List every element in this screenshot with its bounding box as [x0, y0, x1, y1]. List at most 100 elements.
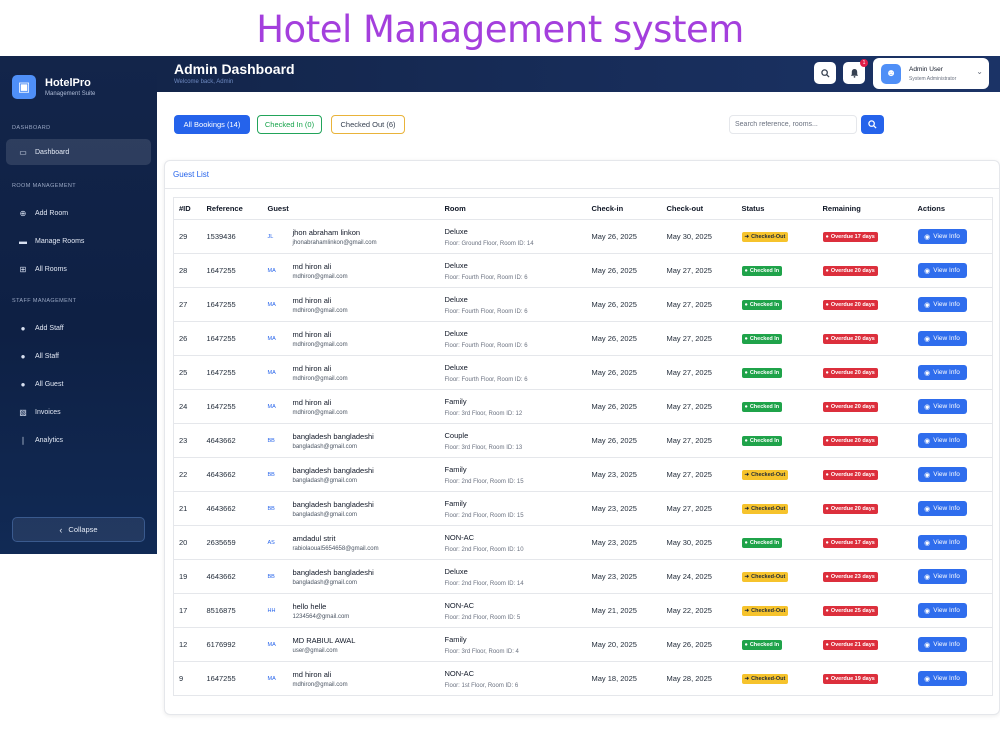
brand[interactable]: ▣ HotelPro Management Suite — [0, 56, 157, 104]
cell-checkout: May 30, 2025 — [661, 219, 737, 254]
cell-status: ● Checked In — [736, 355, 818, 390]
view-info-button[interactable]: ◉ View Info — [917, 467, 967, 482]
view-info-button[interactable]: ◉ View Info — [917, 229, 967, 244]
filter-checked-out[interactable]: Checked Out (6) — [331, 115, 405, 134]
view-info-button[interactable]: ◉ View Info — [917, 365, 967, 380]
view-info-label: View Info — [933, 301, 960, 308]
cell-actions: ◉ View Info — [912, 423, 993, 458]
column-header: Guest — [262, 197, 440, 220]
remaining-badge: ● Overdue 20 days — [822, 470, 878, 480]
view-info-button[interactable]: ◉ View Info — [917, 603, 967, 618]
cell-reference: 1647255 — [201, 661, 263, 696]
sidebar-item-label: All Rooms — [35, 265, 67, 273]
cell-id: 23 — [173, 423, 202, 458]
alert-circle-icon: ● — [825, 608, 829, 614]
remaining-label: Overdue 20 days — [830, 472, 875, 478]
cell-room: Family Floor: 3rd Floor, Room ID: 12 — [439, 389, 587, 424]
alert-circle-icon: ● — [825, 336, 829, 342]
view-info-button[interactable]: ◉ View Info — [917, 671, 967, 686]
remaining-label: Overdue 19 days — [830, 676, 875, 682]
cell-guest: MA md hiron ali mdhiron@gmail.com — [262, 389, 440, 424]
sidebar-item-label: All Staff — [35, 352, 59, 360]
filter-checked-in[interactable]: Checked In (0) — [257, 115, 322, 134]
remaining-label: Overdue 20 days — [830, 506, 875, 512]
search-input[interactable] — [729, 115, 857, 134]
cell-guest: AS amdadul strit rabiolaoual5654658@gmail.… — [262, 525, 440, 560]
sign-out-icon: ➜ — [744, 608, 750, 614]
room-floor: Floor: 3rd Floor, Room ID: 12 — [444, 410, 523, 417]
check-circle-icon: ● — [744, 268, 748, 274]
view-info-button[interactable]: ◉ View Info — [917, 331, 967, 346]
room-type: Family — [444, 634, 467, 644]
view-info-button[interactable]: ◉ View Info — [917, 535, 967, 550]
check-circle-icon: ● — [744, 642, 748, 648]
sign-out-icon: ➜ — [744, 472, 750, 478]
cell-actions: ◉ View Info — [912, 219, 993, 254]
cell-checkin: May 23, 2025 — [586, 525, 662, 560]
cell-guest: JL jhon abraham linkon jhonabrahamlinkon@g… — [262, 219, 440, 254]
sign-out-icon: ➜ — [744, 676, 750, 682]
cell-guest: HH hello helle 1234564@gmail.com — [262, 593, 440, 628]
table-row: 22 4643662 BB bangladesh bangladeshi banglad… — [173, 457, 993, 492]
alert-circle-icon: ● — [825, 302, 829, 308]
sidebar-item-dashboard[interactable]: ▭ Dashboard — [6, 139, 151, 165]
cell-guest: MA md hiron ali mdhiron@gmail.com — [262, 287, 440, 322]
view-info-button[interactable]: ◉ View Info — [917, 263, 967, 278]
view-info-button[interactable]: ◉ View Info — [917, 637, 967, 652]
column-header: Actions — [912, 197, 993, 220]
notifications-button[interactable]: 1 — [843, 59, 868, 84]
cell-status: ● Checked In — [736, 389, 818, 424]
cell-checkin: May 20, 2025 — [586, 627, 662, 662]
cell-status: ➜ Checked-Out — [736, 559, 818, 594]
sidebar-item-all-staff[interactable]: ● All Staff — [6, 343, 151, 369]
notification-badge: 1 — [860, 59, 868, 67]
sidebar-item-manage-rooms[interactable]: ▬ Manage Rooms — [6, 228, 151, 254]
view-info-label: View Info — [933, 369, 960, 376]
cell-room: Couple Floor: 3rd Floor, Room ID: 13 — [439, 423, 587, 458]
cell-guest: MA md hiron ali mdhiron@gmail.com — [262, 321, 440, 356]
cell-checkout: May 27, 2025 — [661, 491, 737, 526]
sidebar-item-all-rooms[interactable]: ⊞ All Rooms — [6, 256, 151, 282]
status-label: Checked In — [749, 404, 780, 410]
column-header: Check-in — [586, 197, 662, 220]
sign-out-icon: ➜ — [744, 574, 750, 580]
sidebar-item-analytics[interactable]: ∣ Analytics — [6, 427, 151, 453]
header-search-button[interactable] — [814, 62, 836, 84]
sidebar-section-room-management: ROOM MANAGEMENT — [12, 183, 77, 189]
view-info-button[interactable]: ◉ View Info — [917, 569, 967, 584]
view-info-button[interactable]: ◉ View Info — [917, 501, 967, 516]
cell-id: 29 — [173, 219, 202, 254]
collapse-button[interactable]: ‹ Collapse — [12, 517, 145, 542]
search-icon — [868, 120, 877, 129]
view-info-button[interactable]: ◉ View Info — [917, 433, 967, 448]
view-info-button[interactable]: ◉ View Info — [917, 297, 967, 312]
status-badge: ● Checked In — [741, 334, 783, 344]
tab-guest-list[interactable]: Guest List — [173, 170, 209, 179]
view-info-label: View Info — [933, 233, 960, 240]
cell-id: 21 — [173, 491, 202, 526]
sidebar-item-all-guest[interactable]: ● All Guest — [6, 371, 151, 397]
check-circle-icon: ● — [744, 438, 748, 444]
cell-id: 28 — [173, 253, 202, 288]
user-menu[interactable]: ☻ Admin User System Administrator ⌄ — [873, 58, 989, 89]
guest-name: MD RABIUL AWAL — [292, 635, 356, 645]
guest-name: hello helle — [292, 601, 327, 611]
cell-remaining: ● Overdue 20 days — [817, 423, 913, 458]
cell-checkout: May 27, 2025 — [661, 355, 737, 390]
user-role: System Administrator — [909, 75, 957, 82]
filter-all-bookings[interactable]: All Bookings (14) — [174, 115, 250, 134]
sidebar-item-add-staff[interactable]: ● Add Staff — [6, 315, 151, 341]
guest-email: mdhiron@gmail.com — [292, 273, 348, 280]
cell-checkin: May 26, 2025 — [586, 287, 662, 322]
guest-name: bangladesh bangladeshi — [292, 499, 374, 509]
remaining-badge: ● Overdue 20 days — [822, 402, 878, 412]
sidebar-item-add-room[interactable]: ⊕ Add Room — [6, 200, 151, 226]
status-label: Checked In — [749, 438, 780, 444]
search-submit-button[interactable] — [861, 115, 884, 134]
eye-icon: ◉ — [924, 607, 931, 615]
sidebar-item-invoices[interactable]: ▧ Invoices — [6, 399, 151, 425]
view-info-button[interactable]: ◉ View Info — [917, 399, 967, 414]
bookings-table: #ID Reference Guest Room Check-in Check-… — [173, 197, 993, 696]
banner: Hotel Management system — [0, 0, 1000, 56]
guest-name: md hiron ali — [292, 295, 332, 305]
